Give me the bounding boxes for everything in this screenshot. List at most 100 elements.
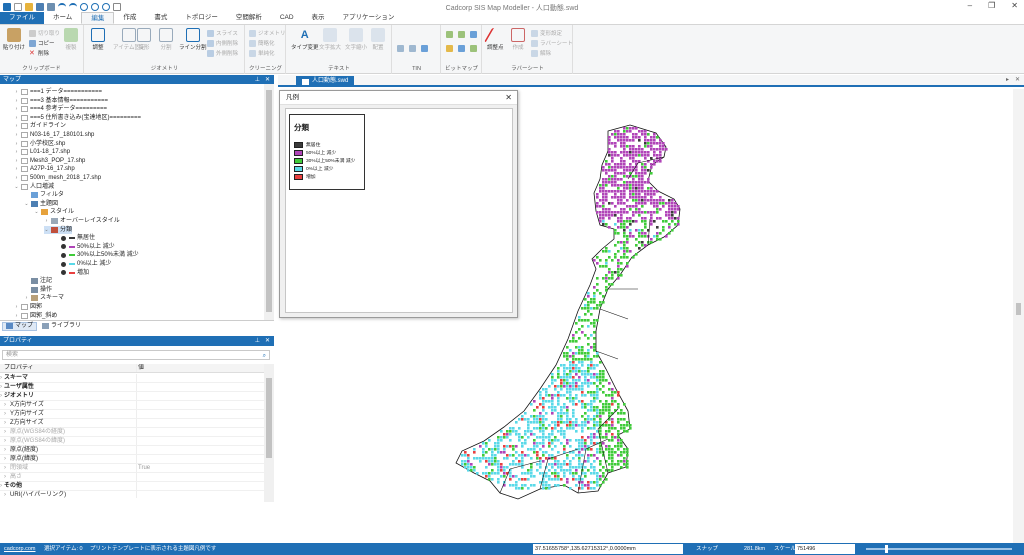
tab-cad[interactable]: CAD bbox=[271, 12, 303, 24]
property-category[interactable]: › ジオメトリ bbox=[0, 392, 264, 401]
tree-item[interactable]: › 500m_mesh_2018_17.shp bbox=[14, 174, 101, 182]
char-expand-button[interactable]: 文字拡大 bbox=[319, 28, 341, 51]
property-row[interactable]: › 原点(経度) bbox=[0, 446, 264, 455]
properties-close-icon[interactable]: ✕ bbox=[265, 336, 270, 346]
tree-scrollbar[interactable] bbox=[264, 84, 274, 320]
zoom-slider-knob[interactable] bbox=[885, 545, 888, 553]
expand-chevron-icon[interactable]: › bbox=[14, 97, 19, 105]
expand-chevron-icon[interactable]: › bbox=[14, 122, 19, 130]
restore-button[interactable]: ❐ bbox=[988, 1, 995, 10]
cut-button[interactable]: 切り取り bbox=[29, 29, 60, 37]
tree-item[interactable]: › N03-16_17_180101.shp bbox=[14, 131, 94, 139]
property-row[interactable]: › URI(ハイパーリンク) bbox=[0, 491, 264, 498]
tab-view[interactable]: 表示 bbox=[303, 12, 334, 24]
tab-home[interactable]: ホーム bbox=[44, 12, 81, 24]
smooth-button[interactable]: 単純化 bbox=[249, 49, 275, 57]
property-value[interactable]: True bbox=[138, 464, 150, 473]
expand-chevron-icon[interactable]: › bbox=[4, 455, 6, 464]
release-button[interactable]: 解除 bbox=[531, 49, 551, 57]
expand-chevron-icon[interactable]: › bbox=[4, 491, 6, 498]
tree-item[interactable]: › Mesh3_POP_17.shp bbox=[14, 157, 85, 165]
tree-item[interactable]: › 図郭_斜め bbox=[14, 312, 57, 320]
tree-item[interactable]: ⌄ 分類 bbox=[44, 225, 73, 234]
tree-item[interactable]: › スキーマ bbox=[24, 294, 64, 302]
map-scrollbar[interactable] bbox=[1013, 89, 1024, 543]
save-icon[interactable] bbox=[36, 2, 44, 11]
tab-spatial-analysis[interactable]: 空間解析 bbox=[227, 12, 271, 24]
bitmap-e-button[interactable] bbox=[458, 45, 465, 52]
zoom-in-icon[interactable] bbox=[80, 2, 88, 11]
expand-chevron-icon[interactable]: › bbox=[4, 428, 6, 437]
expand-chevron-icon[interactable]: › bbox=[4, 419, 6, 428]
expand-chevron-icon[interactable]: › bbox=[0, 374, 2, 383]
properties-pin-icon[interactable]: ⊥ bbox=[255, 336, 260, 346]
property-category[interactable]: › スキーマ bbox=[0, 374, 264, 383]
properties-scrollbar[interactable] bbox=[264, 364, 274, 502]
tab-map[interactable]: マップ bbox=[2, 321, 38, 331]
line-split-button[interactable]: ライン分割 bbox=[179, 28, 207, 51]
tree-item[interactable]: ⌄ 人口増減 bbox=[14, 183, 54, 191]
bitmap-f-button[interactable] bbox=[470, 45, 477, 52]
expand-chevron-icon[interactable]: › bbox=[14, 312, 19, 320]
tab-format[interactable]: 書式 bbox=[145, 12, 176, 24]
print-icon[interactable] bbox=[47, 2, 55, 11]
expand-chevron-icon[interactable]: › bbox=[4, 401, 6, 410]
tab-list-icon[interactable]: ✕ bbox=[1015, 76, 1020, 83]
copy-button[interactable]: コピー bbox=[29, 39, 55, 47]
redo-icon[interactable] bbox=[69, 2, 77, 11]
expand-chevron-icon[interactable]: › bbox=[44, 217, 49, 225]
close-button[interactable]: ✕ bbox=[1011, 1, 1018, 10]
delete-button[interactable]: ✕ 削除 bbox=[29, 49, 49, 58]
property-category[interactable]: › ユーザ属性 bbox=[0, 383, 264, 392]
property-category[interactable]: › その他 bbox=[0, 482, 264, 491]
tree-item[interactable]: 増加 bbox=[54, 269, 89, 277]
arrange-button[interactable]: 配置 bbox=[371, 28, 385, 51]
slice-button[interactable]: スライス bbox=[207, 29, 238, 37]
tree-item[interactable]: › ===3 基本情報=========== bbox=[14, 97, 108, 105]
expand-chevron-icon[interactable]: › bbox=[14, 131, 19, 139]
tree-item[interactable]: › ガイドライン bbox=[14, 122, 66, 130]
adjust-button[interactable]: 調整 bbox=[91, 28, 105, 51]
expand-chevron-icon[interactable]: ⌄ bbox=[14, 183, 19, 191]
expand-chevron-icon[interactable]: ⌄ bbox=[44, 226, 49, 234]
rubbersheet-button[interactable]: ラバーシート bbox=[531, 39, 573, 47]
tree-item[interactable]: › ===1 データ=========== bbox=[14, 88, 102, 96]
bitmap-b-button[interactable] bbox=[458, 31, 465, 38]
legend-window[interactable]: 凡例 ✕ 分類 無居住 50%以上 減少 30%以上50%未満 減少 0%以上 減少増… bbox=[279, 90, 518, 318]
expand-chevron-icon[interactable]: › bbox=[0, 392, 2, 401]
tab-create[interactable]: 作成 bbox=[114, 12, 145, 24]
transform-setting-button[interactable]: 変形設定 bbox=[531, 29, 562, 37]
expand-chevron-icon[interactable]: › bbox=[14, 114, 19, 122]
zoom-out-icon[interactable] bbox=[91, 2, 99, 11]
tab-file[interactable]: ファイル bbox=[0, 12, 44, 24]
minimize-button[interactable]: – bbox=[968, 1, 972, 10]
properties-scrollbar-thumb[interactable] bbox=[266, 378, 272, 458]
bitmap-a-button[interactable] bbox=[446, 31, 453, 38]
property-row[interactable]: › 原点(WGS84の緯度) bbox=[0, 437, 264, 446]
expand-chevron-icon[interactable]: › bbox=[0, 383, 2, 392]
expand-chevron-icon[interactable]: › bbox=[14, 303, 19, 311]
tree-item[interactable]: 30%以上50%未満 減少 bbox=[54, 251, 139, 259]
tree-item[interactable]: フィルタ bbox=[24, 191, 64, 199]
rubbersheet-create-button[interactable]: 作成 bbox=[511, 28, 525, 51]
refresh-icon[interactable] bbox=[113, 2, 121, 11]
tree-item[interactable]: › ===4 参考データ========= bbox=[14, 105, 107, 113]
geometry-clean-button[interactable]: ジオメトリ bbox=[249, 29, 286, 37]
remove-inner-button[interactable]: 内側削除 bbox=[207, 39, 238, 47]
undo-icon[interactable] bbox=[58, 2, 66, 11]
tree-item[interactable]: 操作 bbox=[24, 286, 52, 294]
tab-scroll-left-icon[interactable]: ▸ bbox=[1006, 76, 1009, 83]
website-link[interactable]: cadcorp.com bbox=[4, 543, 36, 555]
snap-toggle[interactable]: スナップ bbox=[696, 543, 718, 555]
expand-chevron-icon[interactable]: › bbox=[4, 437, 6, 446]
tree-item[interactable]: 無居住 bbox=[54, 234, 95, 242]
expand-chevron-icon[interactable]: ⌄ bbox=[34, 208, 39, 216]
expand-chevron-icon[interactable]: › bbox=[14, 105, 19, 113]
tree-item[interactable]: ⌄ 主題図 bbox=[24, 200, 58, 208]
tin-contour-button[interactable] bbox=[409, 45, 416, 52]
duplicate-button[interactable]: 複製 bbox=[64, 28, 78, 51]
remove-outer-button[interactable]: 外側削除 bbox=[207, 49, 238, 57]
expand-chevron-icon[interactable]: › bbox=[14, 165, 19, 173]
tree-item[interactable]: 50%以上 減少 bbox=[54, 243, 115, 251]
tab-library[interactable]: ライブラリ bbox=[39, 322, 84, 331]
